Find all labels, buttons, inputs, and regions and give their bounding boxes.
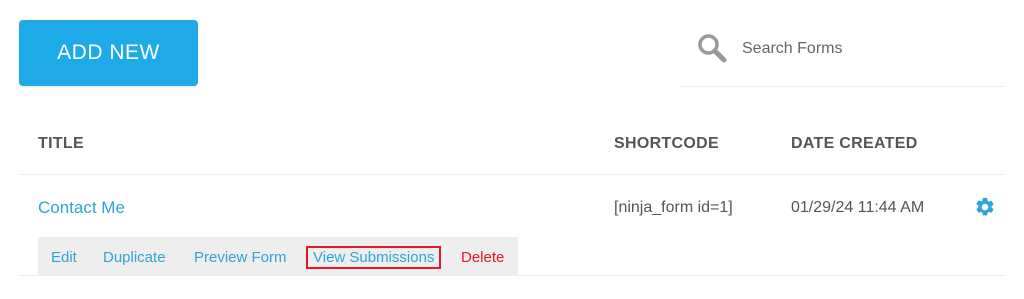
preview-form-link[interactable]: Preview Form bbox=[194, 249, 287, 266]
search-box bbox=[680, 14, 1005, 87]
form-date-created: 01/29/24 11:44 AM bbox=[791, 199, 925, 216]
search-input[interactable] bbox=[742, 36, 992, 62]
form-title-link[interactable]: Contact Me bbox=[38, 198, 125, 218]
view-submissions-link[interactable]: View Submissions bbox=[306, 246, 442, 269]
column-header-date-created[interactable]: DATE CREATED bbox=[791, 135, 918, 153]
header-divider bbox=[19, 174, 1005, 175]
form-shortcode: [ninja_form id=1] bbox=[614, 199, 733, 216]
add-new-button[interactable]: ADD NEW bbox=[19, 20, 198, 86]
row-divider bbox=[19, 275, 1005, 276]
edit-link[interactable]: Edit bbox=[51, 249, 77, 266]
column-header-title[interactable]: TITLE bbox=[38, 135, 84, 153]
gear-icon[interactable] bbox=[974, 196, 996, 218]
duplicate-link[interactable]: Duplicate bbox=[103, 249, 166, 266]
delete-link[interactable]: Delete bbox=[461, 249, 504, 266]
search-icon bbox=[698, 34, 727, 63]
row-actions-bar: Edit Duplicate Preview Form View Submiss… bbox=[38, 237, 518, 275]
column-header-shortcode[interactable]: SHORTCODE bbox=[614, 135, 719, 153]
